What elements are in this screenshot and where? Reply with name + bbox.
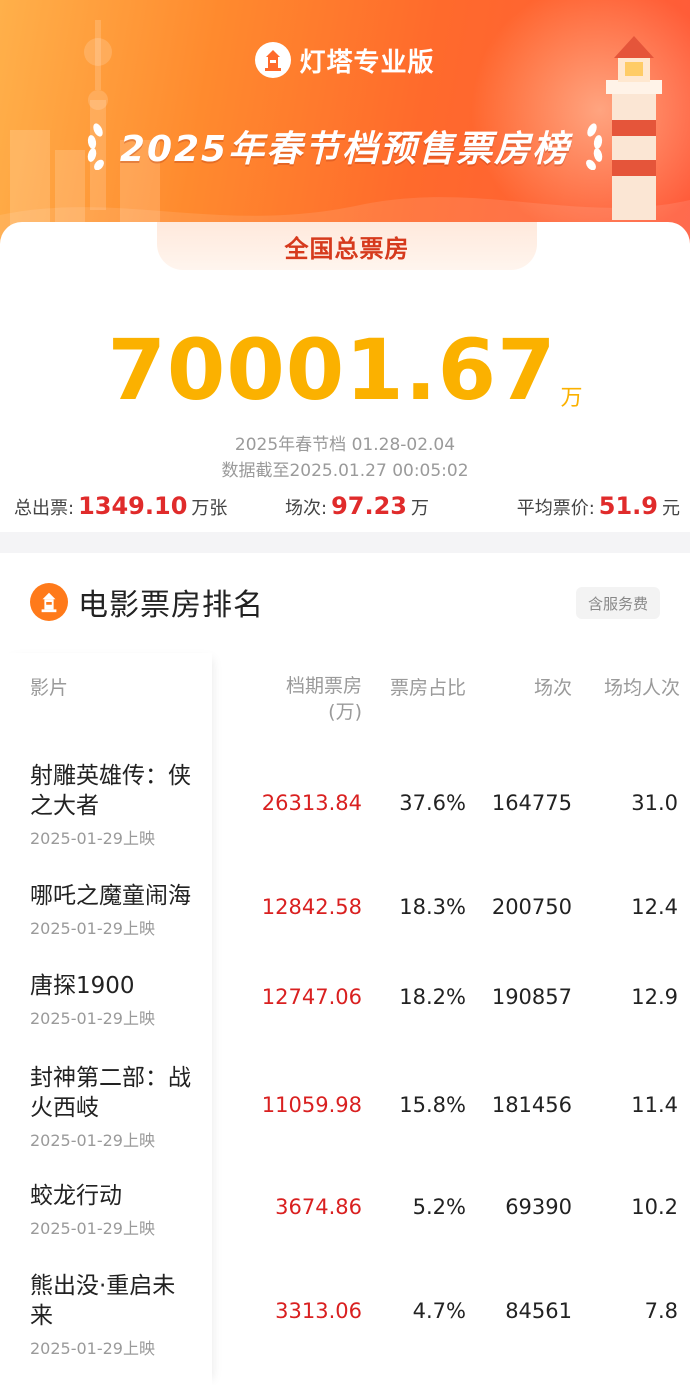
release-date: 2025-01-29上映 <box>30 1339 155 1358</box>
brand-name: 灯塔专业版 <box>299 47 435 78</box>
stat-shows: 场次: 97.23 万 <box>285 492 429 520</box>
data-cutoff-text: 数据截至2025.01.27 00:05:02 <box>221 461 469 481</box>
lighthouse-logo-icon <box>255 42 292 78</box>
movie-name: 唐探1900 <box>30 973 135 999</box>
stat-avg-price: 平均票价: 51.9 元 <box>517 492 680 520</box>
ranking-header: 电影票房排名 <box>30 579 264 625</box>
column-header-box-office-unit: (万) <box>328 701 362 723</box>
box-office-value: 12842.58 <box>261 895 362 919</box>
service-fee-tag[interactable]: 含服务费 <box>575 587 660 619</box>
movie-cell: 熊出没·重启未来 2025-01-29上映 <box>30 1271 210 1359</box>
page-title: 2025年春节档预售票房榜 <box>119 129 571 170</box>
total-box-office: 70001.67 万 <box>0 322 690 418</box>
stat-tickets-value: 1349.10 <box>78 492 188 520</box>
summary-stats: 总出票: 1349.10 万张 场次: 97.23 万 平均票价: 51.9 元 <box>0 492 690 526</box>
share-value: 37.6% <box>399 791 466 815</box>
laurel-left-icon <box>87 123 104 170</box>
section-label: 全国总票房 <box>157 222 537 270</box>
shows-value: 200750 <box>491 895 572 919</box>
avg-attendance-value: 12.9 <box>631 985 678 1009</box>
movie-cell: 封神第二部：战 火西岐 2025-01-29上映 <box>30 1063 210 1151</box>
movie-cell: 蛟龙行动 2025-01-29上映 <box>30 1181 210 1239</box>
box-office-value: 3313.06 <box>275 1299 362 1323</box>
column-header-box-office-label: 档期票房 <box>285 675 362 697</box>
column-header-movie[interactable]: 影片 <box>30 673 68 700</box>
share-value: 4.7% <box>412 1299 466 1323</box>
column-header-shows[interactable]: 场次 <box>480 673 572 700</box>
shows-value: 181456 <box>491 1093 572 1117</box>
shows-value: 190857 <box>491 985 572 1009</box>
avg-attendance-value: 31.0 <box>631 791 678 815</box>
share-value: 15.8% <box>399 1093 466 1117</box>
period-text: 2025年春节档 01.28-02.04 <box>234 435 456 455</box>
avg-attendance-value: 12.4 <box>631 895 678 919</box>
stat-shows-label: 场次: <box>285 498 328 519</box>
column-header-avg-attendance[interactable]: 场均人次 <box>580 673 680 700</box>
share-value: 5.2% <box>412 1195 466 1219</box>
movie-cell: 射雕英雄传：侠 之大者 2025-01-29上映 <box>30 761 210 849</box>
release-date: 2025-01-29上映 <box>30 1009 155 1028</box>
stat-shows-unit: 万 <box>411 498 429 519</box>
share-value: 18.2% <box>399 985 466 1009</box>
stat-price-value: 51.9 <box>598 492 658 520</box>
box-office-value: 12747.06 <box>261 985 362 1009</box>
movie-name: 射雕英雄传：侠 之大者 <box>30 763 191 819</box>
release-date: 2025-01-29上映 <box>30 919 155 938</box>
brand-header: 灯塔专业版 <box>0 40 690 80</box>
avg-attendance-value: 10.2 <box>631 1195 678 1219</box>
movie-name: 封神第二部：战 火西岐 <box>30 1065 191 1121</box>
movie-name: 熊出没·重启未来 <box>30 1273 176 1329</box>
stat-tickets-label: 总出票: <box>14 498 75 519</box>
avg-attendance-value: 11.4 <box>631 1093 678 1117</box>
movie-name: 蛟龙行动 <box>30 1183 122 1209</box>
stat-tickets-unit: 万张 <box>191 498 228 519</box>
release-date: 2025-01-29上映 <box>30 1219 155 1238</box>
release-date: 2025-01-29上映 <box>30 1131 155 1150</box>
stat-price-label: 平均票价: <box>516 498 595 519</box>
total-unit: 万 <box>560 386 583 411</box>
movie-name: 哪吒之魔童闹海 <box>30 883 191 909</box>
box-office-value: 26313.84 <box>261 791 362 815</box>
shows-value: 84561 <box>505 1299 572 1323</box>
stat-tickets: 总出票: 1349.10 万张 <box>14 492 227 520</box>
stat-shows-value: 97.23 <box>331 492 407 520</box>
column-header-share[interactable]: 票房占比 <box>380 673 466 700</box>
release-date: 2025-01-29上映 <box>30 829 155 848</box>
shows-value: 69390 <box>505 1195 572 1219</box>
avg-attendance-value: 7.8 <box>644 1299 678 1323</box>
column-header-box-office[interactable]: 档期票房 (万) <box>250 673 362 725</box>
box-office-value: 11059.98 <box>261 1093 362 1117</box>
national-box-office-card: 全国总票房 70001.67 万 2025年春节档 01.28-02.04 数据… <box>0 222 690 532</box>
ranking-title: 电影票房排名 <box>78 588 264 623</box>
movie-ranking-card: 电影票房排名 含服务费 影片 档期票房 (万) 票房占比 场次 场均人次 射雕英… <box>0 553 690 1385</box>
stat-price-unit: 元 <box>662 498 680 519</box>
laurel-right-icon <box>586 123 603 170</box>
movie-cell: 唐探1900 2025-01-29上映 <box>30 971 210 1029</box>
movie-cell: 哪吒之魔童闹海 2025-01-29上映 <box>30 881 210 939</box>
shows-value: 164775 <box>491 791 572 815</box>
box-office-value: 3674.86 <box>275 1195 362 1219</box>
headline: 2025年春节档预售票房榜 <box>0 120 690 172</box>
total-value: 70001.67 <box>107 321 557 419</box>
share-value: 18.3% <box>399 895 466 919</box>
lighthouse-logo-icon <box>30 583 68 621</box>
